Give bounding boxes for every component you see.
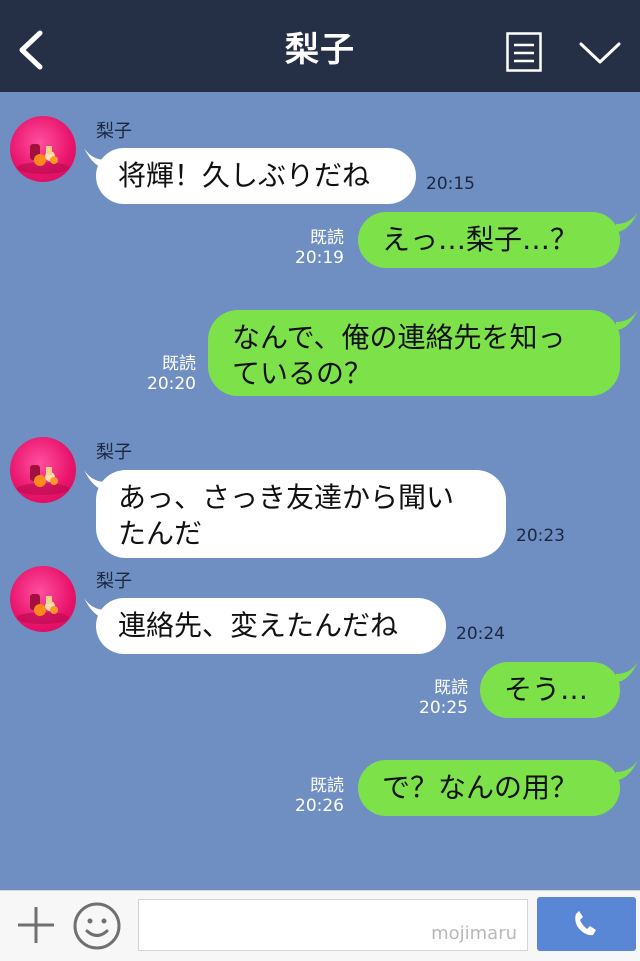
avatar[interactable] <box>10 437 76 503</box>
avatar-fruit-icon <box>17 594 69 624</box>
chat-area[interactable]: 梨子 将輝！久しぶりだね 20:15 既読 20:19 えっ…梨子…？ 既読 2… <box>0 92 640 890</box>
message-bubble[interactable]: そう… <box>480 662 620 718</box>
message-text: えっ…梨子…？ <box>382 223 579 256</box>
read-receipt: 既読 <box>162 354 196 374</box>
read-receipt: 既読 <box>310 228 344 248</box>
chat-title: 梨子 <box>285 30 355 70</box>
message-meta: 既読 20:19 <box>290 228 344 268</box>
avatar-fruit-icon <box>17 144 69 174</box>
message-bubble[interactable]: 将輝！久しぶりだね <box>96 148 416 204</box>
emoji-icon[interactable] <box>72 901 122 951</box>
message-time: 20:15 <box>426 174 475 194</box>
message-bubble[interactable]: 連絡先、変えたんだね <box>96 598 446 654</box>
message-bubble[interactable]: なんで、俺の連絡先を知っ ているの？ <box>208 310 620 396</box>
sender-name: 梨子 <box>96 571 132 592</box>
message-text: で？なんの用？ <box>382 771 579 804</box>
message-time: 20:19 <box>295 248 344 268</box>
read-receipt: 既読 <box>310 776 344 796</box>
message-bubble[interactable]: えっ…梨子…？ <box>358 212 620 268</box>
message-text-line-1: あっ、さっき友達から聞い <box>118 481 455 514</box>
watermark: mojimaru <box>431 923 517 944</box>
avatar[interactable] <box>10 566 76 632</box>
message-text: 連絡先、変えたんだね <box>118 609 399 642</box>
bubble-tail <box>616 212 638 232</box>
message-bubble[interactable]: で？なんの用？ <box>358 760 620 816</box>
read-receipt: 既読 <box>434 678 468 698</box>
sender-name: 梨子 <box>96 442 132 463</box>
chat-header: 梨子 <box>0 0 640 92</box>
avatar-fruit-icon <box>17 465 69 495</box>
bubble-tail <box>616 310 638 330</box>
message-text-line-1: なんで、俺の連絡先を知っ <box>232 321 566 354</box>
chevron-down-icon[interactable] <box>578 38 622 68</box>
message-time: 20:26 <box>295 796 344 816</box>
message-meta: 既読 20:20 <box>142 354 196 394</box>
avatar[interactable] <box>10 116 76 182</box>
message-text: 将輝！久しぶりだね <box>118 159 371 192</box>
message-meta: 既読 20:25 <box>414 678 468 718</box>
message-meta: 既読 20:26 <box>290 776 344 816</box>
message-time: 20:25 <box>419 698 468 718</box>
plus-icon[interactable] <box>16 903 56 947</box>
message-input[interactable]: mojimaru <box>138 899 528 951</box>
phone-icon <box>575 911 596 936</box>
call-button[interactable] <box>537 897 636 951</box>
message-text-line-2: たんだ <box>118 517 203 550</box>
sender-name: 梨子 <box>96 121 132 142</box>
message-text: そう… <box>504 673 589 706</box>
bubble-tail <box>616 662 638 682</box>
message-time: 20:20 <box>147 374 196 394</box>
message-text-line-2: ているの？ <box>232 357 373 390</box>
bubble-tail <box>616 760 638 780</box>
message-bubble[interactable]: あっ、さっき友達から聞い たんだ <box>96 470 506 558</box>
note-list-icon[interactable] <box>506 32 542 72</box>
message-input-bar: mojimaru <box>0 890 640 961</box>
message-time: 20:24 <box>456 624 505 644</box>
message-time: 20:23 <box>516 526 565 546</box>
